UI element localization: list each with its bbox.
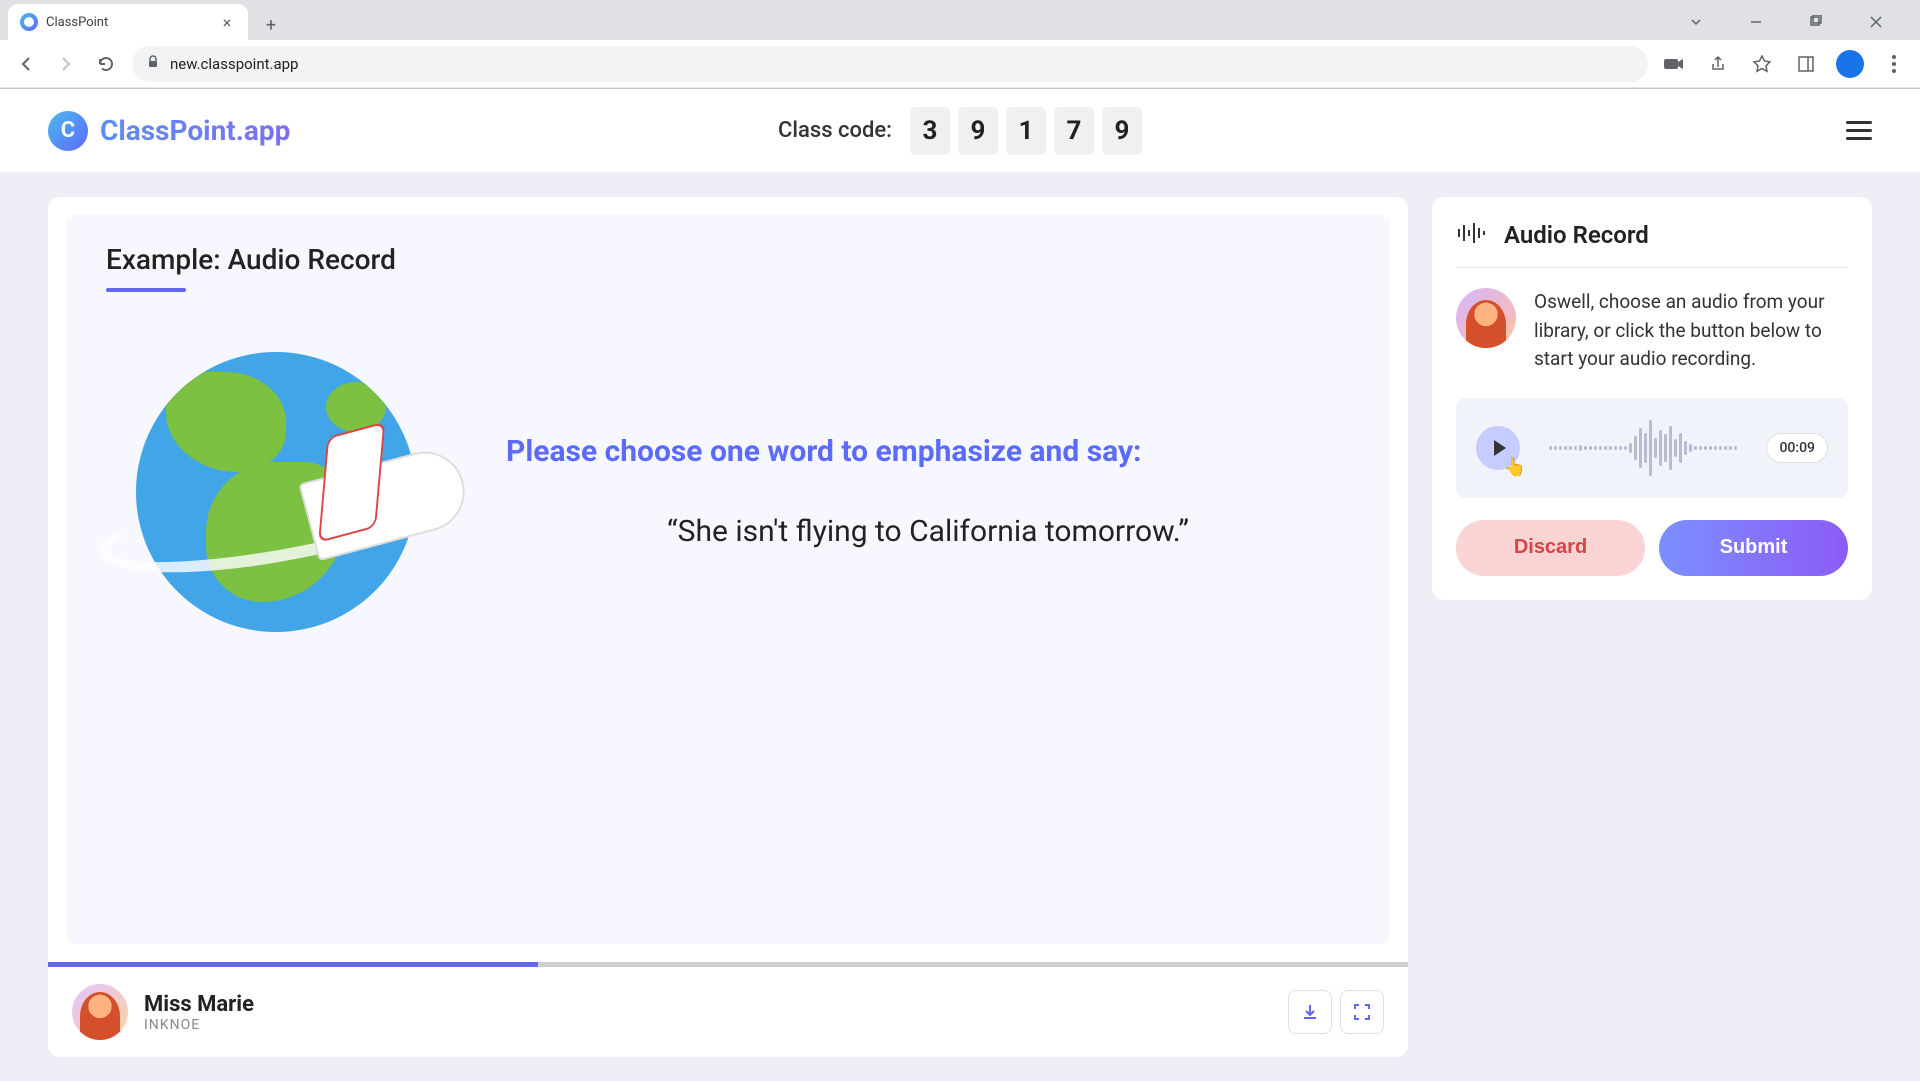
camera-icon[interactable] bbox=[1660, 50, 1688, 78]
presenter-bar: Miss Marie INKNOE bbox=[48, 967, 1408, 1057]
sidepanel-icon[interactable] bbox=[1792, 50, 1820, 78]
slide-panel: Example: Audio Record Please choose one … bbox=[48, 197, 1408, 1057]
address-bar[interactable]: new.classpoint.app bbox=[132, 46, 1648, 82]
code-digit: 1 bbox=[1006, 107, 1046, 155]
forward-button[interactable] bbox=[52, 50, 80, 78]
tab-title: ClassPoint bbox=[46, 15, 210, 30]
presenter-actions bbox=[1288, 990, 1384, 1034]
browser-chrome: ClassPoint × + new.classpoint.app bbox=[0, 0, 1920, 89]
instruction-text: Oswell, choose an audio from your librar… bbox=[1534, 288, 1848, 374]
slide-inner: Example: Audio Record Please choose one … bbox=[66, 215, 1390, 944]
divider bbox=[1456, 267, 1848, 268]
record-panel: Audio Record Oswell, choose an audio fro… bbox=[1432, 197, 1872, 600]
presenter-info: Miss Marie INKNOE bbox=[144, 992, 1272, 1033]
code-digit: 9 bbox=[958, 107, 998, 155]
class-code-label: Class code: bbox=[778, 118, 892, 143]
window-controls bbox=[1676, 4, 1912, 40]
app-header: C ClassPoint.app Class code: 3 9 1 7 9 bbox=[0, 89, 1920, 173]
hamburger-menu-icon[interactable] bbox=[1846, 116, 1872, 145]
waveform[interactable] bbox=[1536, 418, 1750, 478]
code-digit: 9 bbox=[1102, 107, 1142, 155]
logo[interactable]: C ClassPoint.app bbox=[48, 111, 290, 151]
record-title: Audio Record bbox=[1504, 221, 1649, 249]
cursor-icon: 👆 bbox=[1504, 457, 1526, 478]
logo-icon: C bbox=[48, 111, 88, 151]
kebab-menu-icon[interactable] bbox=[1880, 50, 1908, 78]
minimize-button[interactable] bbox=[1736, 7, 1776, 37]
submit-button[interactable]: Submit bbox=[1659, 520, 1848, 576]
presenter-name: Miss Marie bbox=[144, 992, 1272, 1017]
profile-avatar[interactable] bbox=[1836, 50, 1864, 78]
fullscreen-button[interactable] bbox=[1340, 990, 1384, 1034]
play-icon bbox=[1494, 440, 1506, 456]
play-button[interactable]: 👆 bbox=[1476, 426, 1520, 470]
reload-button[interactable] bbox=[92, 50, 120, 78]
presenter-avatar bbox=[72, 984, 128, 1040]
class-code: Class code: 3 9 1 7 9 bbox=[778, 107, 1142, 155]
star-icon[interactable] bbox=[1748, 50, 1776, 78]
logo-text: ClassPoint.app bbox=[100, 114, 290, 147]
student-avatar bbox=[1456, 288, 1516, 348]
share-icon[interactable] bbox=[1704, 50, 1732, 78]
favicon-icon bbox=[20, 13, 38, 31]
playback-box: 👆 00:09 bbox=[1456, 398, 1848, 498]
instruction: Oswell, choose an audio from your librar… bbox=[1456, 288, 1848, 374]
app-body: Example: Audio Record Please choose one … bbox=[0, 173, 1920, 1081]
code-digit: 7 bbox=[1054, 107, 1094, 155]
quote-text: “She isn't flying to California tomorrow… bbox=[506, 511, 1350, 553]
presenter-org: INKNOE bbox=[144, 1017, 1272, 1033]
new-tab-button[interactable]: + bbox=[256, 10, 286, 40]
slide-text: Please choose one word to emphasize and … bbox=[506, 432, 1350, 553]
prompt-text: Please choose one word to emphasize and … bbox=[506, 432, 1350, 471]
code-digit: 3 bbox=[910, 107, 950, 155]
title-underline bbox=[106, 288, 186, 292]
close-window-button[interactable] bbox=[1856, 7, 1896, 37]
chevron-down-icon[interactable] bbox=[1676, 7, 1716, 37]
record-header: Audio Record bbox=[1456, 221, 1848, 267]
slide-body: Please choose one word to emphasize and … bbox=[106, 332, 1350, 652]
browser-tab[interactable]: ClassPoint × bbox=[8, 4, 248, 40]
tab-bar: ClassPoint × + bbox=[0, 0, 1920, 40]
close-icon[interactable]: × bbox=[218, 13, 236, 31]
address-bar-row: new.classpoint.app bbox=[0, 40, 1920, 88]
code-digits: 3 9 1 7 9 bbox=[910, 107, 1142, 155]
lock-icon bbox=[146, 54, 160, 73]
discard-button[interactable]: Discard bbox=[1456, 520, 1645, 576]
time-badge: 00:09 bbox=[1766, 433, 1828, 463]
maximize-button[interactable] bbox=[1796, 7, 1836, 37]
globe-illustration bbox=[106, 332, 466, 652]
action-buttons: Discard Submit bbox=[1456, 520, 1848, 576]
slide-content: Example: Audio Record Please choose one … bbox=[48, 197, 1408, 962]
slide-title: Example: Audio Record bbox=[106, 243, 1350, 276]
waveform-icon bbox=[1456, 221, 1486, 249]
url-text: new.classpoint.app bbox=[170, 55, 298, 73]
download-button[interactable] bbox=[1288, 990, 1332, 1034]
back-button[interactable] bbox=[12, 50, 40, 78]
toolbar-icons bbox=[1660, 50, 1908, 78]
